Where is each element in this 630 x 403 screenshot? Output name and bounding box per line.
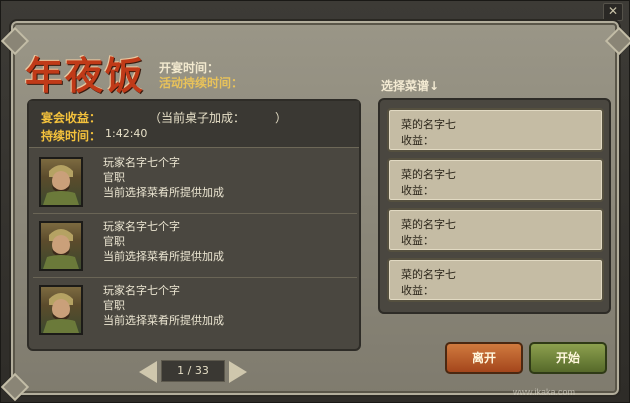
player-row[interactable]: 玩家名字七个字 官职 当前选择菜肴所提供加成 <box>33 215 357 278</box>
player-bonus-note: 当前选择菜肴所提供加成 <box>103 250 224 263</box>
player-name: 玩家名字七个字 <box>103 220 180 233</box>
dish-option[interactable]: 菜的名字七 收益： <box>387 108 604 152</box>
avatar <box>39 285 83 335</box>
dish-name: 菜的名字七 <box>401 118 456 131</box>
dish-option[interactable]: 菜的名字七 收益： <box>387 208 604 252</box>
general-portrait-icon <box>43 293 79 333</box>
dish-income: 收益： <box>401 134 434 147</box>
time-value: 1:42:40 <box>105 127 148 140</box>
duration-label: 活动持续时间： <box>159 76 244 90</box>
player-bonus-note: 当前选择菜肴所提供加成 <box>103 186 224 199</box>
general-portrait-icon <box>43 229 79 269</box>
avatar <box>39 157 83 207</box>
player-rank: 官职 <box>103 299 125 312</box>
bonus-label: （当前桌子加成： <box>149 111 246 125</box>
dish-income: 收益： <box>401 284 434 297</box>
player-rank: 官职 <box>103 235 125 248</box>
dish-option[interactable]: 菜的名字七 收益： <box>387 158 604 202</box>
start-button[interactable]: 开始 <box>529 342 607 374</box>
dish-name: 菜的名字七 <box>401 268 456 281</box>
menu-panel: 菜的名字七 收益： 菜的名字七 收益： 菜的名字七 收益： 菜的名字七 收益： <box>378 98 611 314</box>
dish-name: 菜的名字七 <box>401 168 456 181</box>
watermark: www.ikaka.com <box>513 387 576 397</box>
dish-option[interactable]: 菜的名字七 收益： <box>387 258 604 302</box>
player-bonus-note: 当前选择菜肴所提供加成 <box>103 314 224 327</box>
leave-button[interactable]: 离开 <box>445 342 523 374</box>
page-title: 年夜饭 <box>25 53 146 98</box>
bonus-close: ） <box>275 111 288 125</box>
player-rank: 官职 <box>103 171 125 184</box>
close-icon: ✕ <box>607 4 619 18</box>
menu-dropdown-header[interactable]: 选择菜谱↓ <box>381 77 439 94</box>
player-name: 玩家名字七个字 <box>103 156 180 169</box>
general-portrait-icon <box>43 165 79 205</box>
dish-income: 收益： <box>401 184 434 197</box>
dish-income: 收益： <box>401 234 434 247</box>
time-label: 持续时间： <box>41 129 102 143</box>
next-page-button[interactable] <box>229 361 247 383</box>
player-row[interactable]: 玩家名字七个字 官职 当前选择菜肴所提供加成 <box>33 279 357 341</box>
income-label: 宴会收益： <box>41 111 102 125</box>
player-row[interactable]: 玩家名字七个字 官职 当前选择菜肴所提供加成 <box>33 151 357 214</box>
prev-page-button[interactable] <box>139 361 157 383</box>
banquet-summary: 宴会收益： （当前桌子加成： ） 持续时间： 1:42:40 <box>29 101 359 148</box>
page-indicator: 1 / 33 <box>161 360 225 382</box>
player-name: 玩家名字七个字 <box>103 284 180 297</box>
avatar <box>39 221 83 271</box>
banquet-panel: 宴会收益： （当前桌子加成： ） 持续时间： 1:42:40 玩家名字七个字 官… <box>27 99 361 351</box>
dish-name: 菜的名字七 <box>401 218 456 231</box>
pagination: 1 / 33 <box>139 360 249 384</box>
banquet-window: ✕ 年夜饭 开宴时间： 活动持续时间： 宴会收益： （当前桌子加成： ） 持续时… <box>0 0 630 403</box>
